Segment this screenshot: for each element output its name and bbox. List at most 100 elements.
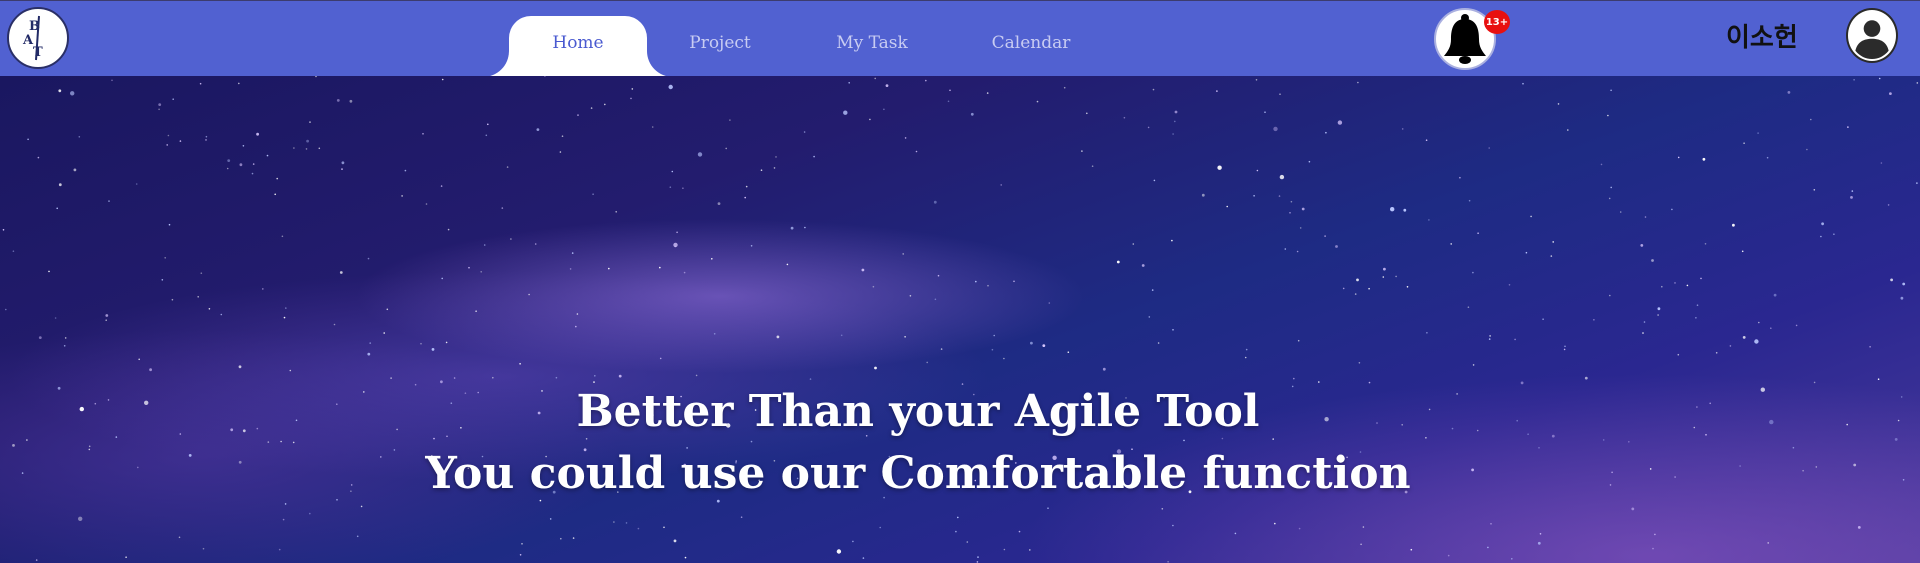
- star: [1654, 533, 1656, 536]
- star: [1148, 316, 1151, 318]
- star: [1362, 526, 1365, 528]
- star: [592, 193, 594, 195]
- star: [949, 89, 951, 92]
- star: [283, 316, 286, 319]
- star: [659, 357, 662, 360]
- star: [1609, 294, 1611, 297]
- star: [1354, 293, 1357, 295]
- star: [1853, 79, 1855, 81]
- star: [1360, 543, 1362, 546]
- star: [390, 377, 392, 379]
- star: [1102, 367, 1106, 371]
- star: [861, 268, 865, 272]
- star: [1820, 235, 1822, 238]
- star: [1869, 346, 1871, 348]
- star: [902, 253, 904, 255]
- star: [745, 185, 748, 188]
- star: [278, 548, 281, 551]
- star: [1390, 207, 1395, 212]
- star: [252, 163, 255, 165]
- tab-project[interactable]: Project: [672, 16, 768, 77]
- star: [425, 203, 428, 205]
- star: [1253, 195, 1255, 197]
- star: [1889, 92, 1892, 95]
- star: [1067, 351, 1070, 354]
- tab-calendar[interactable]: Calendar: [982, 16, 1080, 77]
- star: [561, 135, 564, 137]
- star: [1821, 222, 1824, 226]
- star: [78, 136, 81, 138]
- star: [1290, 200, 1293, 203]
- hero-line-2: You could use our Comfortable function: [425, 448, 1411, 499]
- star: [613, 521, 615, 523]
- star: [1916, 182, 1918, 184]
- star: [940, 348, 943, 350]
- star: [276, 177, 279, 180]
- star: [966, 541, 969, 543]
- star: [289, 369, 292, 372]
- star: [58, 89, 62, 93]
- tab-my-task[interactable]: My Task: [824, 16, 920, 77]
- star: [1643, 321, 1646, 323]
- star: [682, 187, 684, 189]
- star: [663, 526, 665, 529]
- star: [138, 358, 140, 361]
- star: [519, 554, 522, 556]
- star: [1610, 186, 1612, 189]
- svg-text:T: T: [33, 45, 43, 60]
- star: [501, 207, 504, 209]
- star: [1742, 336, 1746, 339]
- star: [1584, 376, 1588, 380]
- star: [306, 139, 309, 143]
- star: [1704, 243, 1707, 245]
- star: [1795, 324, 1798, 327]
- star: [1000, 184, 1002, 186]
- star: [1539, 533, 1542, 535]
- hero-line-1: Better Than your Agile Tool: [576, 386, 1260, 437]
- star: [575, 325, 577, 328]
- star: [168, 223, 171, 226]
- star: [1702, 157, 1706, 161]
- star: [1542, 318, 1544, 320]
- star: [630, 97, 632, 100]
- star: [590, 107, 593, 109]
- star: [1522, 82, 1524, 85]
- star: [1530, 215, 1532, 218]
- star: [1289, 212, 1291, 214]
- tab-home[interactable]: Home: [509, 16, 647, 77]
- star: [836, 549, 842, 554]
- star: [1810, 118, 1812, 121]
- user-avatar-button[interactable]: [1846, 8, 1898, 63]
- star: [577, 114, 579, 116]
- star: [773, 167, 776, 169]
- star: [555, 376, 558, 379]
- star: [1116, 260, 1120, 264]
- star: [1042, 344, 1046, 347]
- star: [111, 79, 113, 82]
- brand-logo[interactable]: B A T: [7, 7, 69, 69]
- star: [604, 103, 606, 106]
- star: [1552, 241, 1554, 243]
- star: [262, 288, 264, 290]
- star: [78, 516, 83, 521]
- star: [560, 537, 562, 540]
- star: [683, 271, 686, 274]
- star: [1897, 419, 1900, 422]
- star: [1141, 264, 1145, 267]
- star: [1279, 93, 1281, 95]
- star: [48, 270, 50, 273]
- star: [975, 280, 977, 283]
- star: [521, 543, 523, 545]
- star: [970, 112, 974, 116]
- star: [1600, 163, 1603, 166]
- star: [750, 245, 753, 247]
- star: [1342, 287, 1345, 290]
- star: [534, 243, 537, 245]
- star: [441, 78, 444, 81]
- star: [987, 284, 989, 287]
- star: [341, 168, 343, 170]
- star: [510, 238, 512, 240]
- star: [445, 341, 448, 344]
- star: [572, 537, 575, 539]
- star: [1890, 278, 1893, 282]
